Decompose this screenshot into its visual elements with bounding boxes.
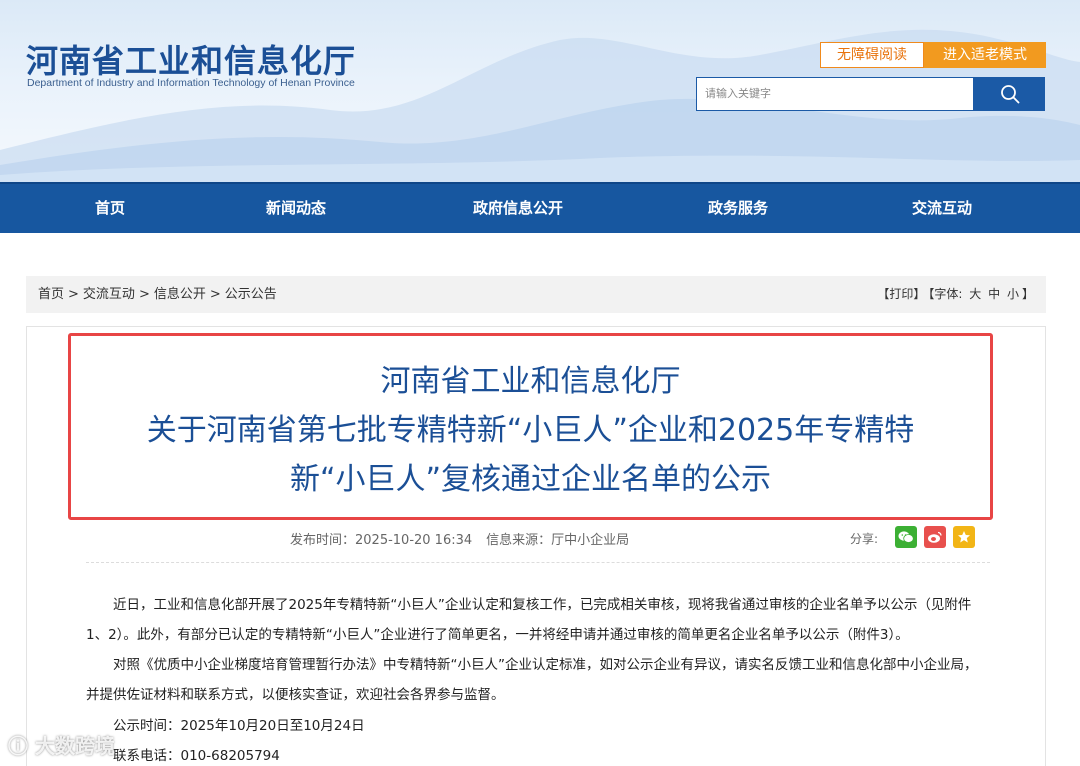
site-subtitle: Department of Industry and Information T… xyxy=(27,77,355,89)
article-meta: 发布时间：2025-10-20 16:34 信息来源：厅中小企业局 xyxy=(290,529,643,548)
article-paragraph: 对照《优质中小企业梯度培育管理暂行办法》中专精特新“小巨人”企业认定标准，如对公… xyxy=(86,657,978,703)
elder-mode-button[interactable]: 进入适老模式 xyxy=(924,42,1046,68)
search-button[interactable] xyxy=(974,77,1045,111)
accessibility-button[interactable]: 无障碍阅读 xyxy=(820,42,924,68)
meta-divider xyxy=(86,562,990,563)
watermark: ⓘ 大数跨境 xyxy=(8,730,115,759)
font-size-label: 【字体: xyxy=(928,287,963,301)
nav-item-gov-info[interactable]: 政府信息公开 xyxy=(473,184,563,233)
watermark-text: 大数跨境 xyxy=(34,734,115,758)
search-input[interactable]: 请输入关键字 xyxy=(696,77,974,111)
article-title-line-3: 新“小巨人”复核通过企业名单的公示 xyxy=(289,462,772,497)
font-size-close: 】 xyxy=(1021,287,1034,301)
wechat-icon[interactable] xyxy=(895,526,917,548)
font-small-button[interactable]: 小 xyxy=(1007,287,1019,301)
breadcrumb-info[interactable]: 信息公开 xyxy=(154,287,206,302)
page-tools: 【打印】 【字体: 大 中 小】 xyxy=(874,276,1034,313)
font-medium-button[interactable]: 中 xyxy=(988,287,1000,301)
nav-item-home[interactable]: 首页 xyxy=(95,184,125,233)
font-large-button[interactable]: 大 xyxy=(969,287,981,301)
breadcrumb-separator: > xyxy=(138,287,150,302)
article-title-line-2: 关于河南省第七批专精特新“小巨人”企业和2025年专精特 xyxy=(146,413,915,448)
print-button[interactable]: 【打印】 xyxy=(877,287,925,301)
publish-time: 发布时间：2025-10-20 16:34 xyxy=(290,533,473,548)
nav-item-interaction[interactable]: 交流互动 xyxy=(912,184,972,233)
search-icon xyxy=(1000,85,1019,104)
breadcrumb-notice[interactable]: 公示公告 xyxy=(225,287,277,302)
site-title[interactable]: 河南省工业和信息化厅 xyxy=(26,36,356,82)
info-source: 信息来源：厅中小企业局 xyxy=(486,533,630,548)
breadcrumb-separator: > xyxy=(209,287,221,302)
breadcrumb: 首页 > 交流互动 > 信息公开 > 公示公告 xyxy=(38,276,277,313)
main-nav: 首页 新闻动态 政府信息公开 政务服务 交流互动 xyxy=(0,182,1080,233)
contact-phone: 联系电话：010-68205794 xyxy=(113,748,280,764)
nav-item-news[interactable]: 新闻动态 xyxy=(266,184,326,233)
breadcrumb-bar: 首页 > 交流互动 > 信息公开 > 公示公告 【打印】 【字体: 大 中 小】 xyxy=(26,276,1046,313)
article-title-line-1: 河南省工业和信息化厅 xyxy=(380,364,681,399)
share-label: 分享: xyxy=(850,532,879,546)
breadcrumb-separator: > xyxy=(68,287,79,302)
notice-period: 公示时间：2025年10月20日至10月24日 xyxy=(113,718,365,734)
watermark-logo-icon: ⓘ xyxy=(8,734,28,758)
breadcrumb-home[interactable]: 首页 xyxy=(38,287,64,302)
nav-item-services[interactable]: 政务服务 xyxy=(708,184,768,233)
breadcrumb-interaction[interactable]: 交流互动 xyxy=(83,287,135,302)
weibo-icon[interactable] xyxy=(924,526,946,548)
site-header: 河南省工业和信息化厅 Department of Industry and In… xyxy=(0,0,1080,182)
favorite-icon[interactable] xyxy=(953,526,975,548)
article-paragraph: 近日，工业和信息化部开展了2025年专精特新“小巨人”企业认定和复核工作，已完成… xyxy=(86,597,972,643)
